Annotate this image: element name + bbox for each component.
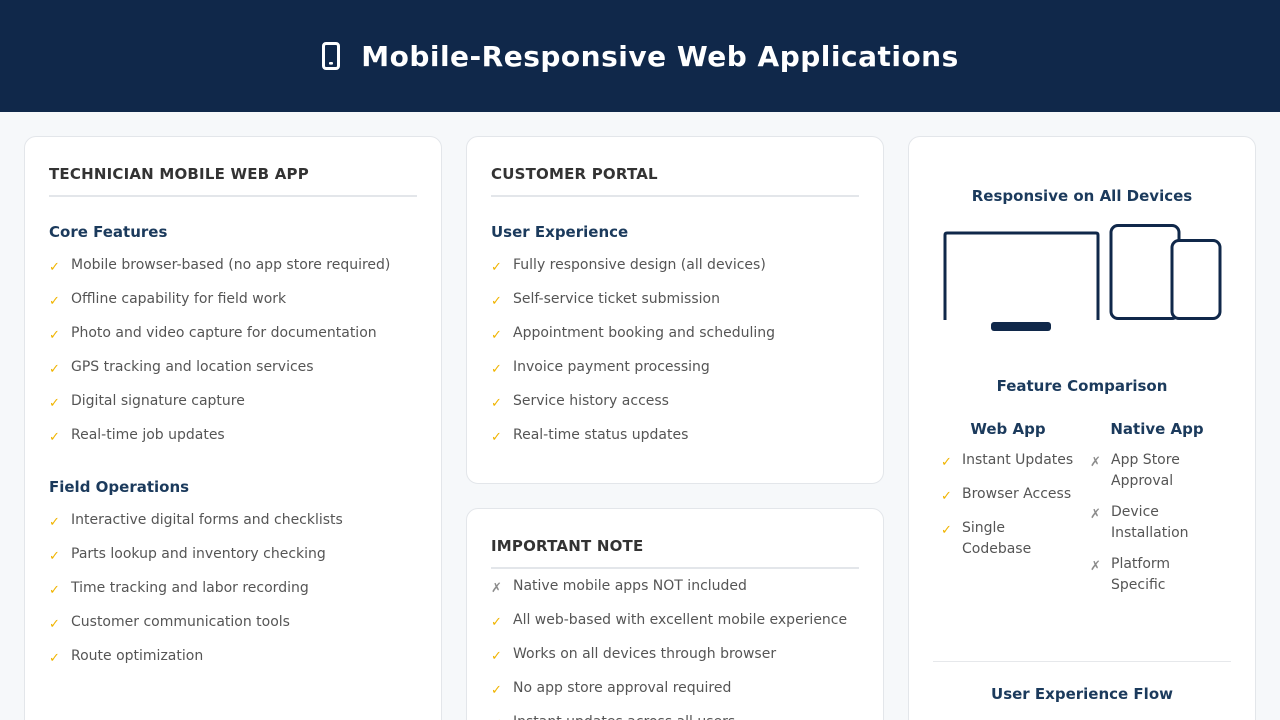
check-icon: ✓ <box>49 294 60 309</box>
list-item: ✓ Photo and video capture for documentati… <box>49 323 425 347</box>
check-icon: ✓ <box>49 430 60 445</box>
check-icon: ✓ <box>491 328 502 343</box>
list-item: ✓ Time tracking and labor recording <box>49 578 425 602</box>
check-icon: ✓ <box>491 260 502 275</box>
native-app-feature: ✗ Device Installation <box>1090 504 1189 541</box>
list-item: ✓ All web-based with excellent mobile exp… <box>491 610 867 634</box>
list-item: ✓ Digital signature capture <box>49 391 425 415</box>
list-item: ✓ Fully responsive design (all devices) <box>491 255 867 279</box>
list-item: ✓ Appointment booking and scheduling <box>491 323 867 347</box>
list-item: ✓ Real-time job updates <box>49 425 425 449</box>
section-title-user-experience: User Experience <box>491 223 629 241</box>
list-item: ✓ Service history access <box>491 391 867 415</box>
mobile-phone-icon <box>322 42 341 70</box>
check-icon: ✓ <box>941 455 952 470</box>
customer-portal-card: CUSTOMER PORTAL User Experience ✓ Fully r… <box>466 136 884 484</box>
list-item: ✓ Interactive digital forms and checklist… <box>49 510 425 534</box>
cross-icon: ✗ <box>1090 455 1101 470</box>
check-icon: ✓ <box>491 294 502 309</box>
check-icon: ✓ <box>491 362 502 377</box>
list-item: ✓ Real-time status updates <box>491 425 867 449</box>
important-note-card: IMPORTANT NOTE ✗ Native mobile apps NOT i… <box>466 508 884 720</box>
check-icon: ✓ <box>49 328 60 343</box>
check-icon: ✓ <box>491 396 502 411</box>
list-item: ✓ GPS tracking and location services <box>49 357 425 381</box>
tablet-icon <box>1109 224 1181 320</box>
check-icon: ✓ <box>49 617 60 632</box>
list-item: ✓ Mobile browser-based (no app store requ… <box>49 255 425 279</box>
comparison-title: Feature Comparison <box>996 377 1168 395</box>
check-icon: ✓ <box>491 712 513 720</box>
web-app-feature: ✓ Browser Access <box>941 484 1091 508</box>
check-icon: ✓ <box>49 583 60 598</box>
list-item: ✓ Parts lookup and inventory checking <box>49 544 425 568</box>
web-app-feature: ✓ Instant Updates <box>941 450 1091 474</box>
check-icon: ✓ <box>49 651 60 666</box>
native-app-feature: ✗ Platform Specific <box>1090 556 1171 593</box>
check-icon: ✓ <box>49 515 60 530</box>
card-title: IMPORTANT NOTE <box>491 537 859 569</box>
list-item: ✗ Native mobile apps NOT included <box>491 576 867 600</box>
technician-app-card: TECHNICIAN MOBILE WEB APP Core Features … <box>24 136 442 720</box>
list-item: ✓ Invoice payment processing <box>491 357 867 381</box>
laptop-icon <box>943 231 1100 331</box>
list-item: ✓ Offline capability for field work <box>49 289 425 313</box>
list-item: ✓ No app store approval required <box>491 678 867 702</box>
list-item: ✓ Route optimization <box>49 646 425 670</box>
check-icon: ✓ <box>941 523 952 538</box>
section-title-core-features: Core Features <box>49 223 168 241</box>
web-app-feature: ✓ Single Codebase <box>941 520 1032 557</box>
card-title: TECHNICIAN MOBILE WEB APP <box>49 165 417 197</box>
check-icon: ✓ <box>49 396 60 411</box>
check-icon: ✓ <box>49 549 60 564</box>
devices-title: Responsive on All Devices <box>971 187 1193 205</box>
page-title: Mobile-Responsive Web Applications <box>361 39 959 73</box>
phone-icon <box>1170 239 1222 320</box>
check-icon: ✓ <box>49 362 60 377</box>
web-app-column-title: Web App <box>970 420 1046 438</box>
list-item: ✓ Works on all devices through browser <box>491 644 867 668</box>
list-item: ✓ Self-service ticket submission <box>491 289 867 313</box>
section-divider <box>933 661 1231 662</box>
check-icon: ✓ <box>491 430 502 445</box>
section-title-field-operations: Field Operations <box>49 478 190 496</box>
card-title: CUSTOMER PORTAL <box>491 165 859 197</box>
devices-comparison-card: Responsive on All Devices Feature Compar… <box>908 136 1256 720</box>
native-app-column-title: Native App <box>1110 420 1204 438</box>
cross-icon: ✗ <box>1090 559 1101 574</box>
device-illustration <box>943 224 1222 331</box>
check-icon: ✓ <box>491 683 502 698</box>
check-icon: ✓ <box>491 615 502 630</box>
check-icon: ✓ <box>491 649 502 664</box>
check-icon: ✓ <box>49 260 60 275</box>
check-icon: ✓ <box>941 489 952 504</box>
native-app-feature: ✗ App Store Approval <box>1090 452 1180 489</box>
flow-title: User Experience Flow <box>991 685 1173 703</box>
cross-icon: ✗ <box>491 581 502 596</box>
cross-icon: ✗ <box>1090 507 1101 522</box>
list-item: ✓ Customer communication tools <box>49 612 425 636</box>
list-item: ✓Instant updates across all users <box>491 712 867 720</box>
page-header: Mobile-Responsive Web Applications <box>0 0 1280 112</box>
